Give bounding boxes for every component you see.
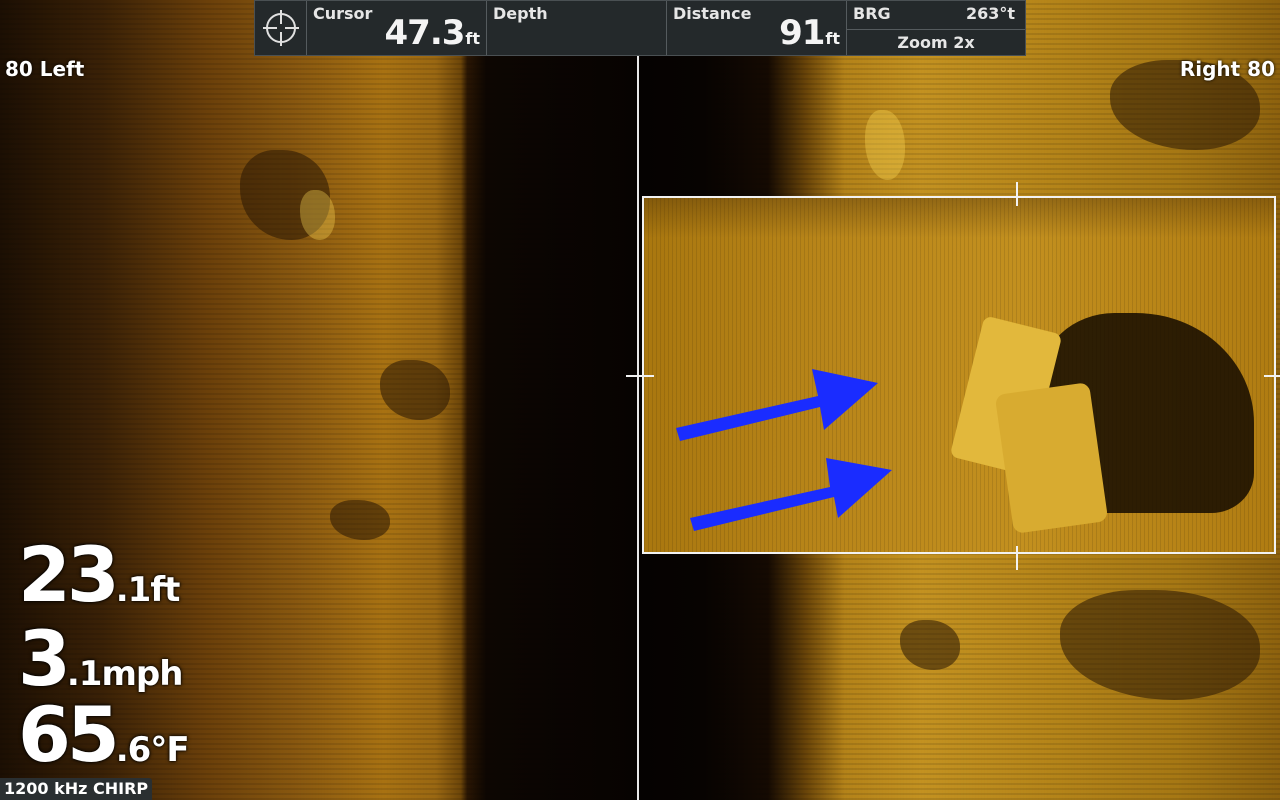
arrow-icon [690, 458, 892, 531]
annotation-arrows [676, 369, 892, 531]
frequency-label: 1200 kHz CHIRP [0, 778, 153, 800]
depth-display: 23.1ft [18, 530, 180, 619]
arrow-icon [676, 369, 878, 441]
water-temperature-display: 65.6°F [18, 690, 190, 779]
